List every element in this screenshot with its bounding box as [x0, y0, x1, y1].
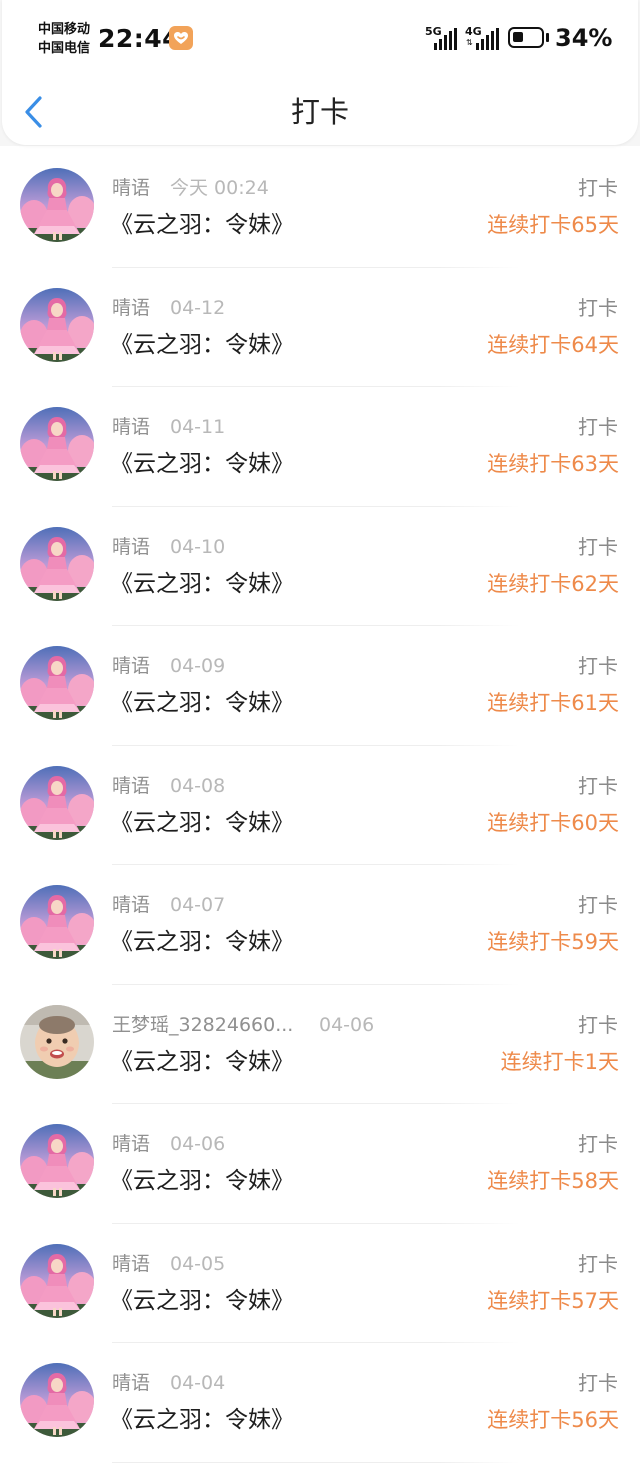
user-avatar[interactable] [20, 765, 94, 840]
carrier-names: 中国移动 中国电信 [38, 20, 90, 58]
checkin-date: 04-10 [170, 535, 226, 558]
checkin-item[interactable]: 晴语 今天 00:24 《云之羽：令妹》 打卡连续打卡65天 [0, 148, 640, 268]
carrier-2: 中国电信 [38, 41, 91, 56]
checkin-date: 04-06 [170, 1133, 226, 1155]
signal-bars-2 [476, 28, 502, 50]
user-name[interactable]: 晴语 [112, 1371, 150, 1395]
checkin-item[interactable]: 晴语 04-05 《云之羽：令妹》 打卡连续打卡57天 [0, 1224, 640, 1343]
row-divider [112, 1461, 520, 1463]
checkin-action-label: 打卡 [578, 295, 618, 320]
user-name[interactable]: 晴语 [112, 654, 150, 678]
checkin-action-label: 打卡 [578, 773, 618, 798]
book-title[interactable]: 《云之羽：令妹》 [110, 449, 294, 479]
data-arrows-icon: ⇅ [466, 38, 473, 47]
checkin-action-label: 打卡 [578, 1012, 618, 1037]
book-title[interactable]: 《云之羽：令妹》 [110, 1405, 294, 1435]
streak-count: 连续打卡59天 [487, 930, 619, 954]
app-notification-icon [169, 26, 193, 50]
checkin-date: 04-05 [170, 1252, 226, 1275]
checkin-date: 04-06 [319, 1013, 375, 1036]
streak-count: 连续打卡64天 [487, 332, 619, 357]
checkin-action-label: 打卡 [578, 654, 618, 678]
streak-count: 连续打卡65天 [487, 213, 619, 237]
user-avatar[interactable] [20, 646, 94, 720]
checkin-date: 04-09 [170, 655, 226, 677]
book-title[interactable]: 《云之羽：令妹》 [110, 688, 294, 718]
book-title[interactable]: 《云之羽：令妹》 [110, 1047, 294, 1077]
checkin-item[interactable]: 晴语 04-09 《云之羽：令妹》 打卡连续打卡61天 [0, 626, 640, 746]
checkin-action-label: 打卡 [578, 1251, 618, 1276]
streak-count: 连续打卡63天 [487, 452, 619, 476]
user-name[interactable]: 晴语 [112, 893, 150, 917]
book-title[interactable]: 《云之羽：令妹》 [110, 210, 294, 240]
book-title[interactable]: 《云之羽：令妹》 [110, 1166, 294, 1196]
book-title[interactable]: 《云之羽：令妹》 [110, 927, 294, 957]
user-avatar[interactable] [20, 168, 94, 242]
checkin-date: 04-11 [170, 416, 226, 438]
user-name[interactable]: 晴语 [112, 535, 150, 559]
user-name[interactable]: 王梦瑶_32824660... [112, 1013, 293, 1037]
user-avatar[interactable] [20, 407, 94, 481]
streak-count: 连续打卡1天 [500, 1049, 619, 1074]
page-title: 打卡 [290, 95, 349, 129]
book-title[interactable]: 《云之羽：令妹》 [110, 330, 294, 360]
checkin-item[interactable]: 晴语 04-07 《云之羽：令妹》 打卡连续打卡59天 [0, 865, 640, 985]
user-avatar[interactable] [20, 1363, 94, 1437]
checkin-action-label: 打卡 [578, 1371, 618, 1395]
user-name[interactable]: 晴语 [112, 296, 150, 320]
checkin-action-label: 打卡 [578, 415, 618, 439]
user-avatar[interactable] [20, 526, 94, 601]
checkin-item[interactable]: 晴语 04-04 《云之羽：令妹》 打卡连续打卡56天 [0, 1343, 640, 1463]
user-name[interactable]: 晴语 [112, 1132, 150, 1156]
user-name[interactable]: 晴语 [112, 415, 150, 439]
checkin-date: 04-07 [170, 894, 226, 916]
book-title[interactable]: 《云之羽：令妹》 [110, 1286, 294, 1316]
checkin-list: 晴语 今天 00:24 《云之羽：令妹》 打卡 连续打卡65天 晴语 04-12 《云之羽：… [0, 148, 640, 1463]
checkin-action-label: 打卡 [578, 534, 618, 559]
streak-count: 连续打卡60天 [487, 810, 619, 835]
checkin-date: 04-12 [170, 296, 226, 319]
user-name[interactable]: 晴语 [112, 774, 150, 798]
signal-bars-1 [434, 28, 460, 50]
signal-5g-icon: 5G [425, 26, 459, 50]
status-time: 22:44 [98, 24, 181, 53]
book-title[interactable]: 《云之羽：令妹》 [110, 569, 294, 599]
user-name[interactable]: 晴语 [112, 176, 150, 200]
checkin-date: 04-08 [170, 774, 226, 797]
streak-count: 连续打卡57天 [487, 1288, 619, 1313]
checkin-action-label: 打卡 [578, 893, 618, 917]
checkin-item[interactable]: 王梦瑶_32824660... 04-06 《云之羽：令妹》 打卡连续打卡1天 [0, 985, 640, 1104]
checkin-item[interactable]: 晴语 04-11 《云之羽：令妹》 打卡连续打卡63天 [0, 387, 640, 507]
carrier-1: 中国移动 [38, 22, 91, 37]
battery-percent: 34% [555, 24, 613, 52]
checkin-item[interactable]: 晴语 04-06 《云之羽：令妹》 打卡连续打卡58天 [0, 1104, 640, 1224]
streak-count: 连续打卡61天 [487, 691, 619, 715]
battery-icon [508, 27, 544, 48]
user-avatar[interactable] [20, 1004, 94, 1079]
signal-4g-icon: 4G ⇅ [465, 26, 501, 50]
user-avatar[interactable] [20, 287, 94, 362]
user-name[interactable]: 晴语 [112, 1252, 150, 1276]
checkin-action-label: 打卡 [578, 176, 618, 200]
streak-count: 连续打卡58天 [487, 1169, 619, 1193]
battery-level [513, 32, 523, 42]
checkin-item[interactable]: 晴语 04-10 《云之羽：令妹》 打卡连续打卡62天 [0, 507, 640, 626]
checkin-item[interactable]: 晴语 04-12 《云之羽：令妹》 打卡连续打卡64天 [0, 268, 640, 387]
checkin-date: 04-04 [170, 1372, 226, 1394]
user-avatar[interactable] [20, 1124, 94, 1198]
user-avatar[interactable] [20, 1243, 94, 1318]
checkin-item[interactable]: 晴语 04-08 《云之羽：令妹》 打卡连续打卡60天 [0, 746, 640, 865]
checkin-date: 今天 00:24 [170, 177, 269, 199]
book-title[interactable]: 《云之羽：令妹》 [110, 808, 294, 838]
user-avatar[interactable] [20, 885, 94, 959]
battery-tip [546, 33, 549, 42]
streak-count: 连续打卡56天 [487, 1408, 619, 1432]
streak-count: 连续打卡62天 [487, 571, 619, 596]
status-bar: 中国移动 中国电信 22:44 5G 4G ⇅ 34% [0, 0, 640, 76]
checkin-action-label: 打卡 [578, 1132, 618, 1156]
